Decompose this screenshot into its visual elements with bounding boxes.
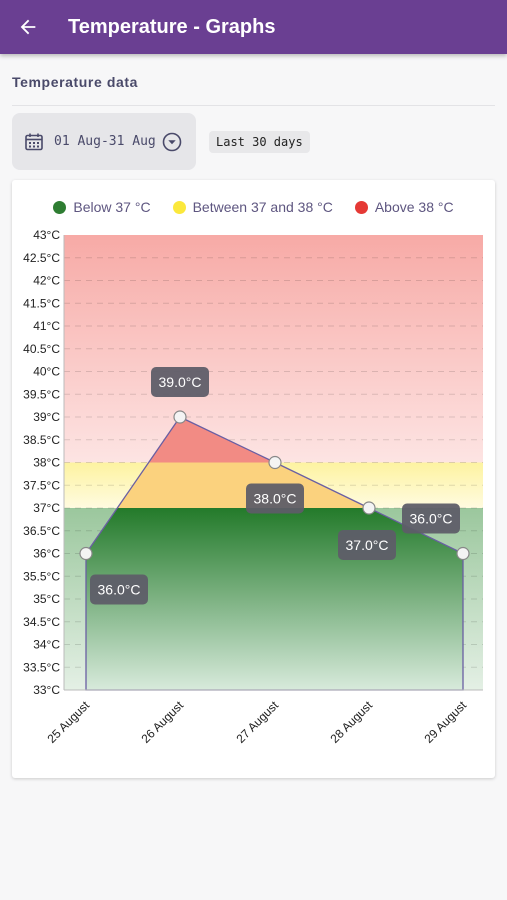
y-tick-label: 42°C [33,274,60,288]
x-tick-label: 29 August [421,698,469,746]
y-tick-label: 37°C [33,501,60,515]
x-tick-label: 25 August [44,698,92,746]
x-tick-label: 28 August [327,698,375,746]
data-point [456,546,470,561]
y-tick-label: 34°C [33,638,60,652]
y-tick-label: 41°C [33,319,60,333]
data-label: 38.0°C [254,491,297,507]
y-tick-label: 34.5°C [23,615,60,629]
y-tick-label: 39°C [33,410,60,424]
y-tick-label: 36.5°C [23,524,60,538]
y-tick-label: 40.5°C [23,342,60,356]
y-tick-label: 38°C [33,456,60,470]
y-tick-label: 38.5°C [23,433,60,447]
x-tick-label: 26 August [138,698,186,746]
y-tick-label: 39.5°C [23,387,60,401]
y-tick-label: 35°C [33,592,60,606]
data-label: 37.0°C [346,537,389,553]
data-point [362,501,376,515]
data-label: 36.0°C [410,511,453,527]
temperature-chart: 33°C 33.5°C 34°C 34.5°C 35°C 35.5°C 36°C 36.5°C… [23,228,483,746]
y-tick-label: 40°C [33,365,60,379]
y-tick-label: 37.5°C [23,478,60,492]
y-tick-label: 43°C [33,228,60,242]
y-tick-label: 36°C [33,547,60,561]
y-tick-label: 33.5°C [23,660,60,674]
data-point [173,410,187,424]
data-label: 36.0°C [98,582,141,598]
data-label: 39.0°C [159,374,202,390]
y-tick-label: 41.5°C [23,296,60,310]
y-tick-label: 33°C [33,683,60,697]
data-point [79,546,93,561]
x-tick-label: 27 August [233,698,281,746]
data-point [268,455,282,470]
y-tick-label: 42.5°C [23,251,60,265]
y-tick-label: 35.5°C [23,569,60,583]
